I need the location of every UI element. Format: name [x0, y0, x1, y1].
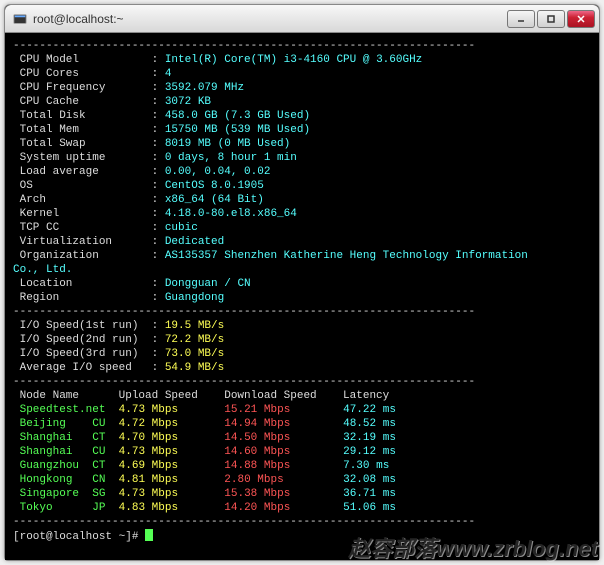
info-label: CPU Cores [13, 68, 152, 80]
node-name: Shanghai CU [20, 446, 112, 458]
info-value: cubic [165, 222, 198, 234]
upload-speed: 4.73 Mbps [119, 446, 218, 458]
download-speed: 14.88 Mbps [224, 460, 336, 472]
info-label: OS [13, 180, 152, 192]
prompt: [root@localhost ~]# [13, 531, 145, 543]
node-name: Singapore SG [20, 488, 112, 500]
io-value: 19.5 MB/s [165, 320, 224, 332]
info-label: Load average [13, 166, 152, 178]
divider: ----------------------------------------… [13, 516, 475, 528]
info-label: Total Mem [13, 124, 152, 136]
info-label: System uptime [13, 152, 152, 164]
titlebar[interactable]: root@localhost:~ [5, 5, 599, 33]
download-speed: 14.94 Mbps [224, 418, 336, 430]
node-name: Guangzhou CT [20, 460, 112, 472]
info-label: Total Disk [13, 110, 152, 122]
info-value: 458.0 GB (7.3 GB Used) [165, 110, 310, 122]
upload-speed: 4.73 Mbps [119, 404, 218, 416]
io-label: I/O Speed(2nd run) [13, 334, 152, 346]
download-speed: 15.21 Mbps [224, 404, 336, 416]
info-value: 0 days, 8 hour 1 min [165, 152, 297, 164]
download-speed: 14.50 Mbps [224, 432, 336, 444]
info-label: CPU Model [13, 54, 152, 66]
terminal-window: root@localhost:~ -----------------------… [4, 4, 600, 561]
io-label: Average I/O speed [13, 362, 152, 374]
node-name: Hongkong CN [20, 474, 112, 486]
info-value: Dedicated [165, 236, 224, 248]
download-speed: 14.20 Mbps [224, 502, 336, 514]
upload-speed: 4.81 Mbps [119, 474, 218, 486]
latency: 51.06 ms [343, 502, 396, 514]
io-value: 72.2 MB/s [165, 334, 224, 346]
io-value: 54.9 MB/s [165, 362, 224, 374]
info-value: CentOS 8.0.1905 [165, 180, 264, 192]
info-value: Intel(R) Core(TM) i3-4160 CPU @ 3.60GHz [165, 54, 422, 66]
info-value: AS135357 Shenzhen Katherine Heng Technol… [165, 250, 528, 262]
info-label: TCP CC [13, 222, 152, 234]
io-label: I/O Speed(1st run) [13, 320, 152, 332]
node-name: Beijing CU [20, 418, 112, 430]
info-value: 15750 MB (539 MB Used) [165, 124, 310, 136]
io-label: I/O Speed(3rd run) [13, 348, 152, 360]
info-value: 0.00, 0.04, 0.02 [165, 166, 271, 178]
info-value: 4 [165, 68, 172, 80]
node-name: Speedtest.net [20, 404, 112, 416]
info-value: Dongguan / CN [165, 278, 251, 290]
speed-header: Node Name Upload Speed Download Speed La… [13, 390, 389, 402]
upload-speed: 4.70 Mbps [119, 432, 218, 444]
upload-speed: 4.73 Mbps [119, 488, 218, 500]
divider: ----------------------------------------… [13, 376, 475, 388]
upload-speed: 4.72 Mbps [119, 418, 218, 430]
window-controls [507, 10, 595, 28]
info-label: Organization [13, 250, 152, 262]
upload-speed: 4.83 Mbps [119, 502, 218, 514]
node-name: Tokyo JP [20, 502, 112, 514]
info-label: Location [13, 278, 152, 290]
divider: ----------------------------------------… [13, 40, 475, 52]
info-value: 8019 MB (0 MB Used) [165, 138, 290, 150]
info-label: CPU Cache [13, 96, 152, 108]
info-label: Virtualization [13, 236, 152, 248]
minimize-button[interactable] [507, 10, 535, 28]
download-speed: 2.80 Mbps [224, 474, 336, 486]
app-icon [13, 12, 27, 26]
latency: 7.30 ms [343, 460, 389, 472]
close-button[interactable] [567, 10, 595, 28]
latency: 32.19 ms [343, 432, 396, 444]
cursor [145, 529, 153, 541]
latency: 48.52 ms [343, 418, 396, 430]
info-value: Guangdong [165, 292, 224, 304]
info-value: x86_64 (64 Bit) [165, 194, 264, 206]
terminal-body[interactable]: ----------------------------------------… [5, 33, 599, 560]
latency: 47.22 ms [343, 404, 396, 416]
latency: 32.08 ms [343, 474, 396, 486]
info-label: Arch [13, 194, 152, 206]
latency: 29.12 ms [343, 446, 396, 458]
maximize-button[interactable] [537, 10, 565, 28]
info-value-cont: Co., Ltd. [13, 264, 72, 276]
latency: 36.71 ms [343, 488, 396, 500]
info-value: 4.18.0-80.el8.x86_64 [165, 208, 297, 220]
info-label: Region [13, 292, 152, 304]
info-value: 3072 KB [165, 96, 211, 108]
download-speed: 15.38 Mbps [224, 488, 336, 500]
download-speed: 14.60 Mbps [224, 446, 336, 458]
io-value: 73.0 MB/s [165, 348, 224, 360]
info-value: 3592.079 MHz [165, 82, 244, 94]
node-name: Shanghai CT [20, 432, 112, 444]
upload-speed: 4.69 Mbps [119, 460, 218, 472]
divider: ----------------------------------------… [13, 306, 475, 318]
window-title: root@localhost:~ [33, 12, 507, 26]
info-label: CPU Frequency [13, 82, 152, 94]
info-label: Kernel [13, 208, 152, 220]
info-label: Total Swap [13, 138, 152, 150]
